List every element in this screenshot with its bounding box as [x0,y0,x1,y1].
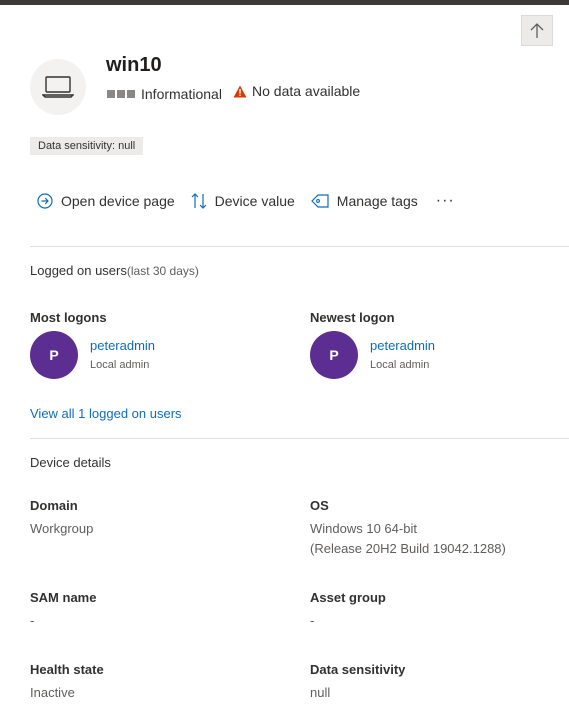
open-device-page-button[interactable]: Open device page [37,193,175,209]
device-avatar [30,59,86,115]
sensitivity-tag: Data sensitivity: null [30,137,144,155]
manage-tags-button[interactable]: Manage tags [310,193,418,209]
most-logons-heading: Most logons [30,310,107,325]
arrow-up-icon [530,22,544,38]
asset-group-value: - [310,613,315,628]
severity-label: Informational [141,86,222,102]
domain-label: Domain [30,498,78,513]
warning-triangle-icon [233,85,247,97]
sam-name-value: - [30,613,35,628]
device-name: win10 [106,54,162,76]
more-actions-button[interactable]: ··· [436,192,455,210]
view-all-logged-on-users-link[interactable]: View all 1 logged on users [30,406,182,421]
newest-logon-heading: Newest logon [310,310,395,325]
scroll-to-top-button[interactable] [521,15,553,46]
data-status: No data available [233,83,360,99]
data-sensitivity-label: Data sensitivity [310,662,406,677]
tag-icon [310,194,329,208]
open-device-page-label: Open device page [61,193,175,209]
device-value-label: Device value [214,193,295,209]
os-label: OS [310,498,329,513]
sam-name-label: SAM name [30,590,97,605]
os-value-line1: Windows 10 64-bit [310,521,417,536]
action-toolbar: Open device page Device value Manage tag… [37,190,455,212]
data-status-label: No data available [252,83,361,99]
newest-logon-user-link[interactable]: peteradmin [370,338,435,353]
device-value-button[interactable]: Device value [191,192,295,210]
divider [30,246,569,247]
manage-tags-label: Manage tags [336,193,418,209]
most-logons-user-link[interactable]: peteradmin [90,338,155,353]
newest-logon-user-role: Local admin [370,359,430,371]
domain-value: Workgroup [30,521,94,536]
logged-on-users-title: Logged on users(last 30 days) [30,263,199,278]
asset-group-label: Asset group [310,590,386,605]
data-sensitivity-value: null [310,685,331,700]
os-value-line2: (Release 20H2 Build 19042.1288) [310,541,506,556]
laptop-icon [42,76,74,98]
up-down-arrows-icon [191,193,207,209]
circle-arrow-right-icon [37,193,53,209]
avatar: P [310,331,358,379]
health-state-label: Health state [30,662,104,677]
divider [30,438,569,439]
avatar: P [30,331,78,379]
logged-on-users-period: (last 30 days) [126,264,199,278]
severity-bars-icon [107,90,135,98]
most-logons-user-role: Local admin [90,359,150,371]
logged-on-users-label: Logged on users [30,263,127,278]
health-state-value: Inactive [30,685,75,700]
severity-indicator: Informational [107,86,222,102]
device-details-title: Device details [30,455,111,470]
top-bar [0,0,569,5]
